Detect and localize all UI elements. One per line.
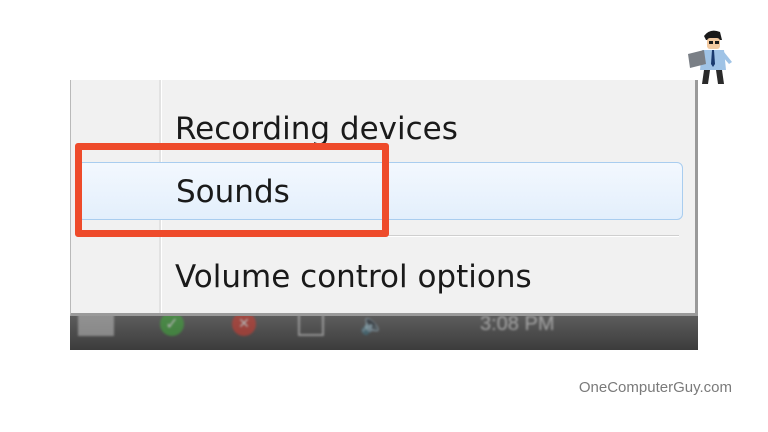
highlight-annotation-box [75, 143, 389, 237]
screenshot-stage: ✓ ✕ 🔈 3:08 PM Recording devices Sounds V… [0, 0, 768, 432]
menu-item-volume-control-options[interactable]: Volume control options [77, 248, 683, 306]
one-computer-guy-logo [688, 30, 732, 84]
menu-item-label: Volume control options [175, 259, 532, 295]
watermark-text: OneComputerGuy.com [578, 379, 732, 396]
